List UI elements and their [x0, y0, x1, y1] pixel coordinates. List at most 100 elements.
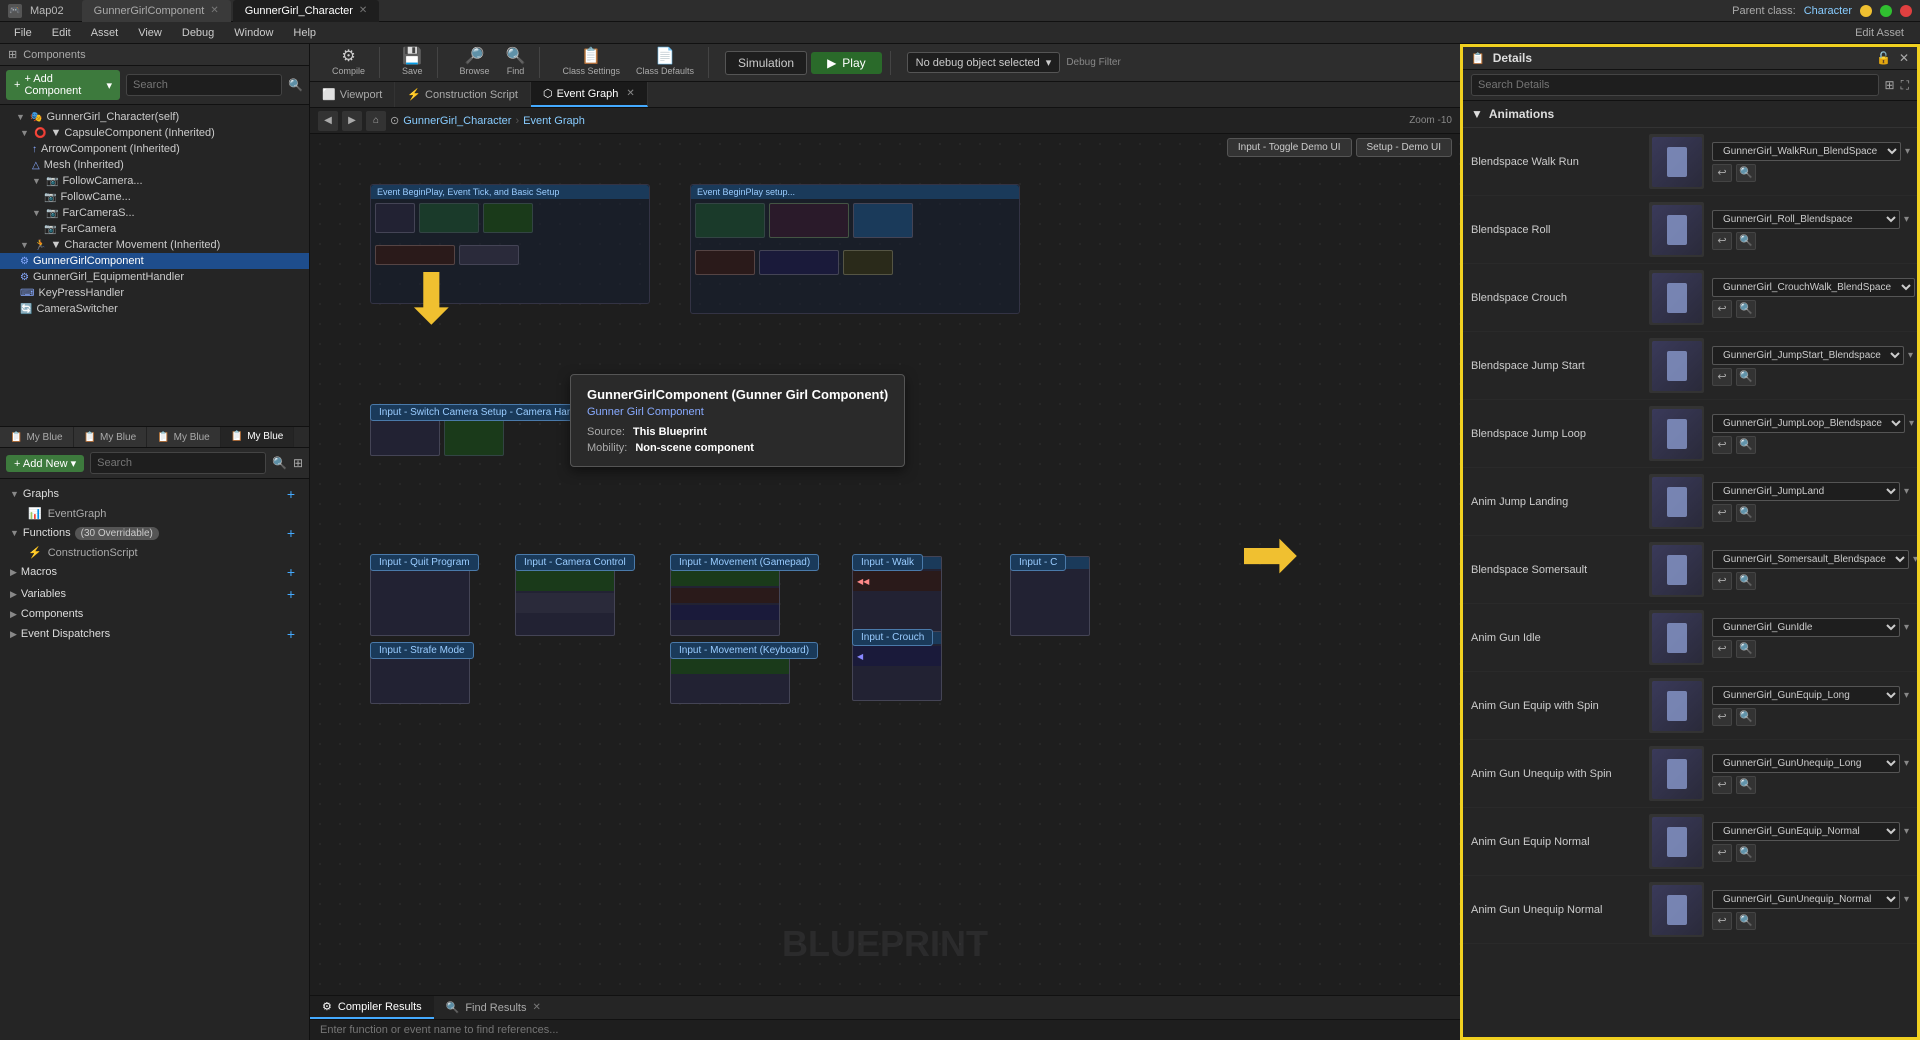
anim-dropdown-8[interactable]: GunnerGirl_GunEquip_Long	[1712, 686, 1900, 705]
tree-item-capsule[interactable]: ▼ ⭕ ▼ CapsuleComponent (Inherited)	[0, 125, 309, 141]
my-blue-tab-2[interactable]: 📋 My Blue	[74, 427, 148, 447]
add-component-button[interactable]: + + Add Component ▾	[6, 70, 120, 100]
anim-dropdown-1[interactable]: GunnerGirl_Roll_Blendspace	[1712, 210, 1900, 229]
breadcrumb-part1[interactable]: GunnerGirl_Character	[403, 115, 511, 127]
variables-add-button[interactable]: +	[283, 586, 299, 602]
components-section-header[interactable]: ▶ Components	[4, 605, 305, 623]
find-references-input[interactable]	[310, 1020, 1460, 1040]
lower-search-button[interactable]: 🔍	[272, 456, 287, 470]
anim-reset-btn-8[interactable]: ↩	[1712, 708, 1732, 726]
menu-debug[interactable]: Debug	[174, 25, 222, 41]
close-button[interactable]	[1900, 5, 1912, 17]
anim-reset-btn-3[interactable]: ↩	[1712, 368, 1732, 386]
class-defaults-button[interactable]: 📄 Class Defaults	[630, 47, 700, 78]
my-blue-tab-3[interactable]: 📋 My Blue	[147, 427, 221, 447]
tab-viewport[interactable]: ⬜ Viewport	[310, 82, 395, 107]
anim-reset-btn-9[interactable]: ↩	[1712, 776, 1732, 794]
anim-reset-btn-1[interactable]: ↩	[1712, 232, 1732, 250]
tree-item-cameraswitcher[interactable]: 🔄 CameraSwitcher	[0, 301, 309, 317]
details-grid-view-button[interactable]: ⊞	[1885, 74, 1895, 96]
node-camera-control[interactable]: Input - Camera Control	[515, 554, 615, 636]
nav-back-button[interactable]: ◀	[318, 111, 338, 131]
anim-dropdown-11[interactable]: GunnerGirl_GunUnequip_Normal	[1712, 890, 1900, 909]
menu-file[interactable]: File	[6, 25, 40, 41]
anim-search-btn-3[interactable]: 🔍	[1736, 368, 1756, 386]
macros-add-button[interactable]: +	[283, 564, 299, 580]
node-movement-gamepad[interactable]: Input - Movement (Gamepad)	[670, 554, 780, 636]
breadcrumb-part2[interactable]: Event Graph	[523, 115, 585, 127]
compile-button[interactable]: ⚙ Compile	[326, 47, 371, 78]
my-blue-tab-4[interactable]: 📋 My Blue	[221, 427, 295, 447]
anim-reset-btn-2[interactable]: ↩	[1712, 300, 1732, 318]
anim-reset-btn-0[interactable]: ↩	[1712, 164, 1732, 182]
find-button[interactable]: 🔍 Find	[500, 47, 532, 78]
tree-item-farcameras[interactable]: ▼ 📷 FarCameraS...	[0, 205, 309, 221]
event-graph-item[interactable]: 📊 EventGraph	[4, 505, 305, 522]
save-button[interactable]: 💾 Save	[396, 47, 429, 78]
event-dispatchers-add-button[interactable]: +	[283, 626, 299, 642]
node-walk[interactable]: Input - Walk ◀◀	[852, 554, 942, 636]
tab-event-graph[interactable]: ⬡ Event Graph ✕	[531, 82, 648, 107]
anim-search-btn-7[interactable]: 🔍	[1736, 640, 1756, 658]
construction-script-item[interactable]: ⚡ ConstructionScript	[4, 544, 305, 561]
tree-item-equip[interactable]: ⚙ GunnerGirl_EquipmentHandler	[0, 269, 309, 285]
my-blue-tab-1[interactable]: 📋 My Blue	[0, 427, 74, 447]
anim-search-btn-9[interactable]: 🔍	[1736, 776, 1756, 794]
tab-construction-script[interactable]: ⚡ Construction Script	[395, 82, 531, 107]
node-camera-handler[interactable]: Input - Switch Camera Setup - Camera Han…	[370, 404, 504, 456]
anim-dropdown-5[interactable]: GunnerGirl_JumpLand	[1712, 482, 1900, 501]
anim-reset-btn-6[interactable]: ↩	[1712, 572, 1732, 590]
maximize-button[interactable]	[1880, 5, 1892, 17]
component-search-input[interactable]	[126, 74, 282, 96]
anim-dropdown-9[interactable]: GunnerGirl_GunUnequip_Long	[1712, 754, 1900, 773]
component-search-button[interactable]: 🔍	[288, 78, 303, 92]
node-crouch[interactable]: Input - Crouch ◀	[852, 629, 942, 701]
anim-search-btn-4[interactable]: 🔍	[1736, 436, 1756, 454]
lower-view-options-button[interactable]: ⊞	[293, 456, 303, 470]
anim-dropdown-0[interactable]: GunnerGirl_WalkRun_BlendSpace	[1712, 142, 1901, 161]
tree-item-mesh[interactable]: △ Mesh (Inherited)	[0, 157, 309, 173]
graphs-section-header[interactable]: ▼ Graphs +	[4, 483, 305, 505]
anim-dropdown-7[interactable]: GunnerGirl_GunIdle	[1712, 618, 1900, 637]
menu-help[interactable]: Help	[285, 25, 324, 41]
anim-reset-btn-11[interactable]: ↩	[1712, 912, 1732, 930]
anim-dropdown-6[interactable]: GunnerGirl_Somersault_Blendspace	[1712, 550, 1909, 569]
anim-reset-btn-7[interactable]: ↩	[1712, 640, 1732, 658]
anim-search-btn-0[interactable]: 🔍	[1736, 164, 1756, 182]
details-lock-button[interactable]: 🔓	[1876, 51, 1891, 65]
node-strafe-mode[interactable]: Input - Strafe Mode	[370, 642, 470, 704]
anim-search-btn-2[interactable]: 🔍	[1736, 300, 1756, 318]
browse-button[interactable]: 🔎 Browse	[454, 47, 496, 78]
tab-close-icon[interactable]: ✕	[210, 5, 218, 16]
variables-section-header[interactable]: ▶ Variables +	[4, 583, 305, 605]
anim-dropdown-2[interactable]: GunnerGirl_CrouchWalk_BlendSpace	[1712, 278, 1915, 297]
debug-object-selector[interactable]: No debug object selected ▾	[907, 52, 1061, 73]
node-input-c[interactable]: Input - C	[1010, 554, 1090, 636]
minimize-button[interactable]	[1860, 5, 1872, 17]
lower-search-input[interactable]	[90, 452, 266, 474]
macros-section-header[interactable]: ▶ Macros +	[4, 561, 305, 583]
anim-search-btn-8[interactable]: 🔍	[1736, 708, 1756, 726]
details-close-button[interactable]: ✕	[1899, 51, 1909, 65]
tree-item-keypresshandler[interactable]: ⌨ KeyPressHandler	[0, 285, 309, 301]
event-dispatchers-section-header[interactable]: ▶ Event Dispatchers +	[4, 623, 305, 645]
menu-view[interactable]: View	[130, 25, 170, 41]
play-button[interactable]: ▶ Play	[811, 52, 882, 74]
tree-item-followcamera2[interactable]: 📷 FollowCame...	[0, 189, 309, 205]
nav-home-button[interactable]: ⌂	[366, 111, 386, 131]
simulation-button[interactable]: Simulation	[725, 51, 807, 75]
tree-item-charmove[interactable]: ▼ 🏃 ▼ Character Movement (Inherited)	[0, 237, 309, 253]
blueprint-canvas[interactable]: Input - Toggle Demo UI Setup - Demo UI ⬇…	[310, 134, 1460, 995]
tab-gunnergirl-character[interactable]: GunnerGirl_Character ✕	[233, 0, 380, 22]
tree-item-gunnergirl[interactable]: ⚙ GunnerGirlComponent	[0, 253, 309, 269]
class-settings-button[interactable]: 📋 Class Settings	[556, 47, 626, 78]
node-quit-program[interactable]: Input - Quit Program	[370, 554, 470, 636]
anim-search-btn-6[interactable]: 🔍	[1736, 572, 1756, 590]
anim-search-btn-5[interactable]: 🔍	[1736, 504, 1756, 522]
find-results-tab[interactable]: 🔍 Find Results ✕	[434, 996, 553, 1019]
tab-close-ev-icon[interactable]: ✕	[626, 88, 634, 99]
details-search-input[interactable]	[1471, 74, 1879, 96]
anim-search-btn-10[interactable]: 🔍	[1736, 844, 1756, 862]
compiler-results-tab[interactable]: ⚙ Compiler Results	[310, 996, 434, 1019]
anim-dropdown-10[interactable]: GunnerGirl_GunEquip_Normal	[1712, 822, 1900, 841]
